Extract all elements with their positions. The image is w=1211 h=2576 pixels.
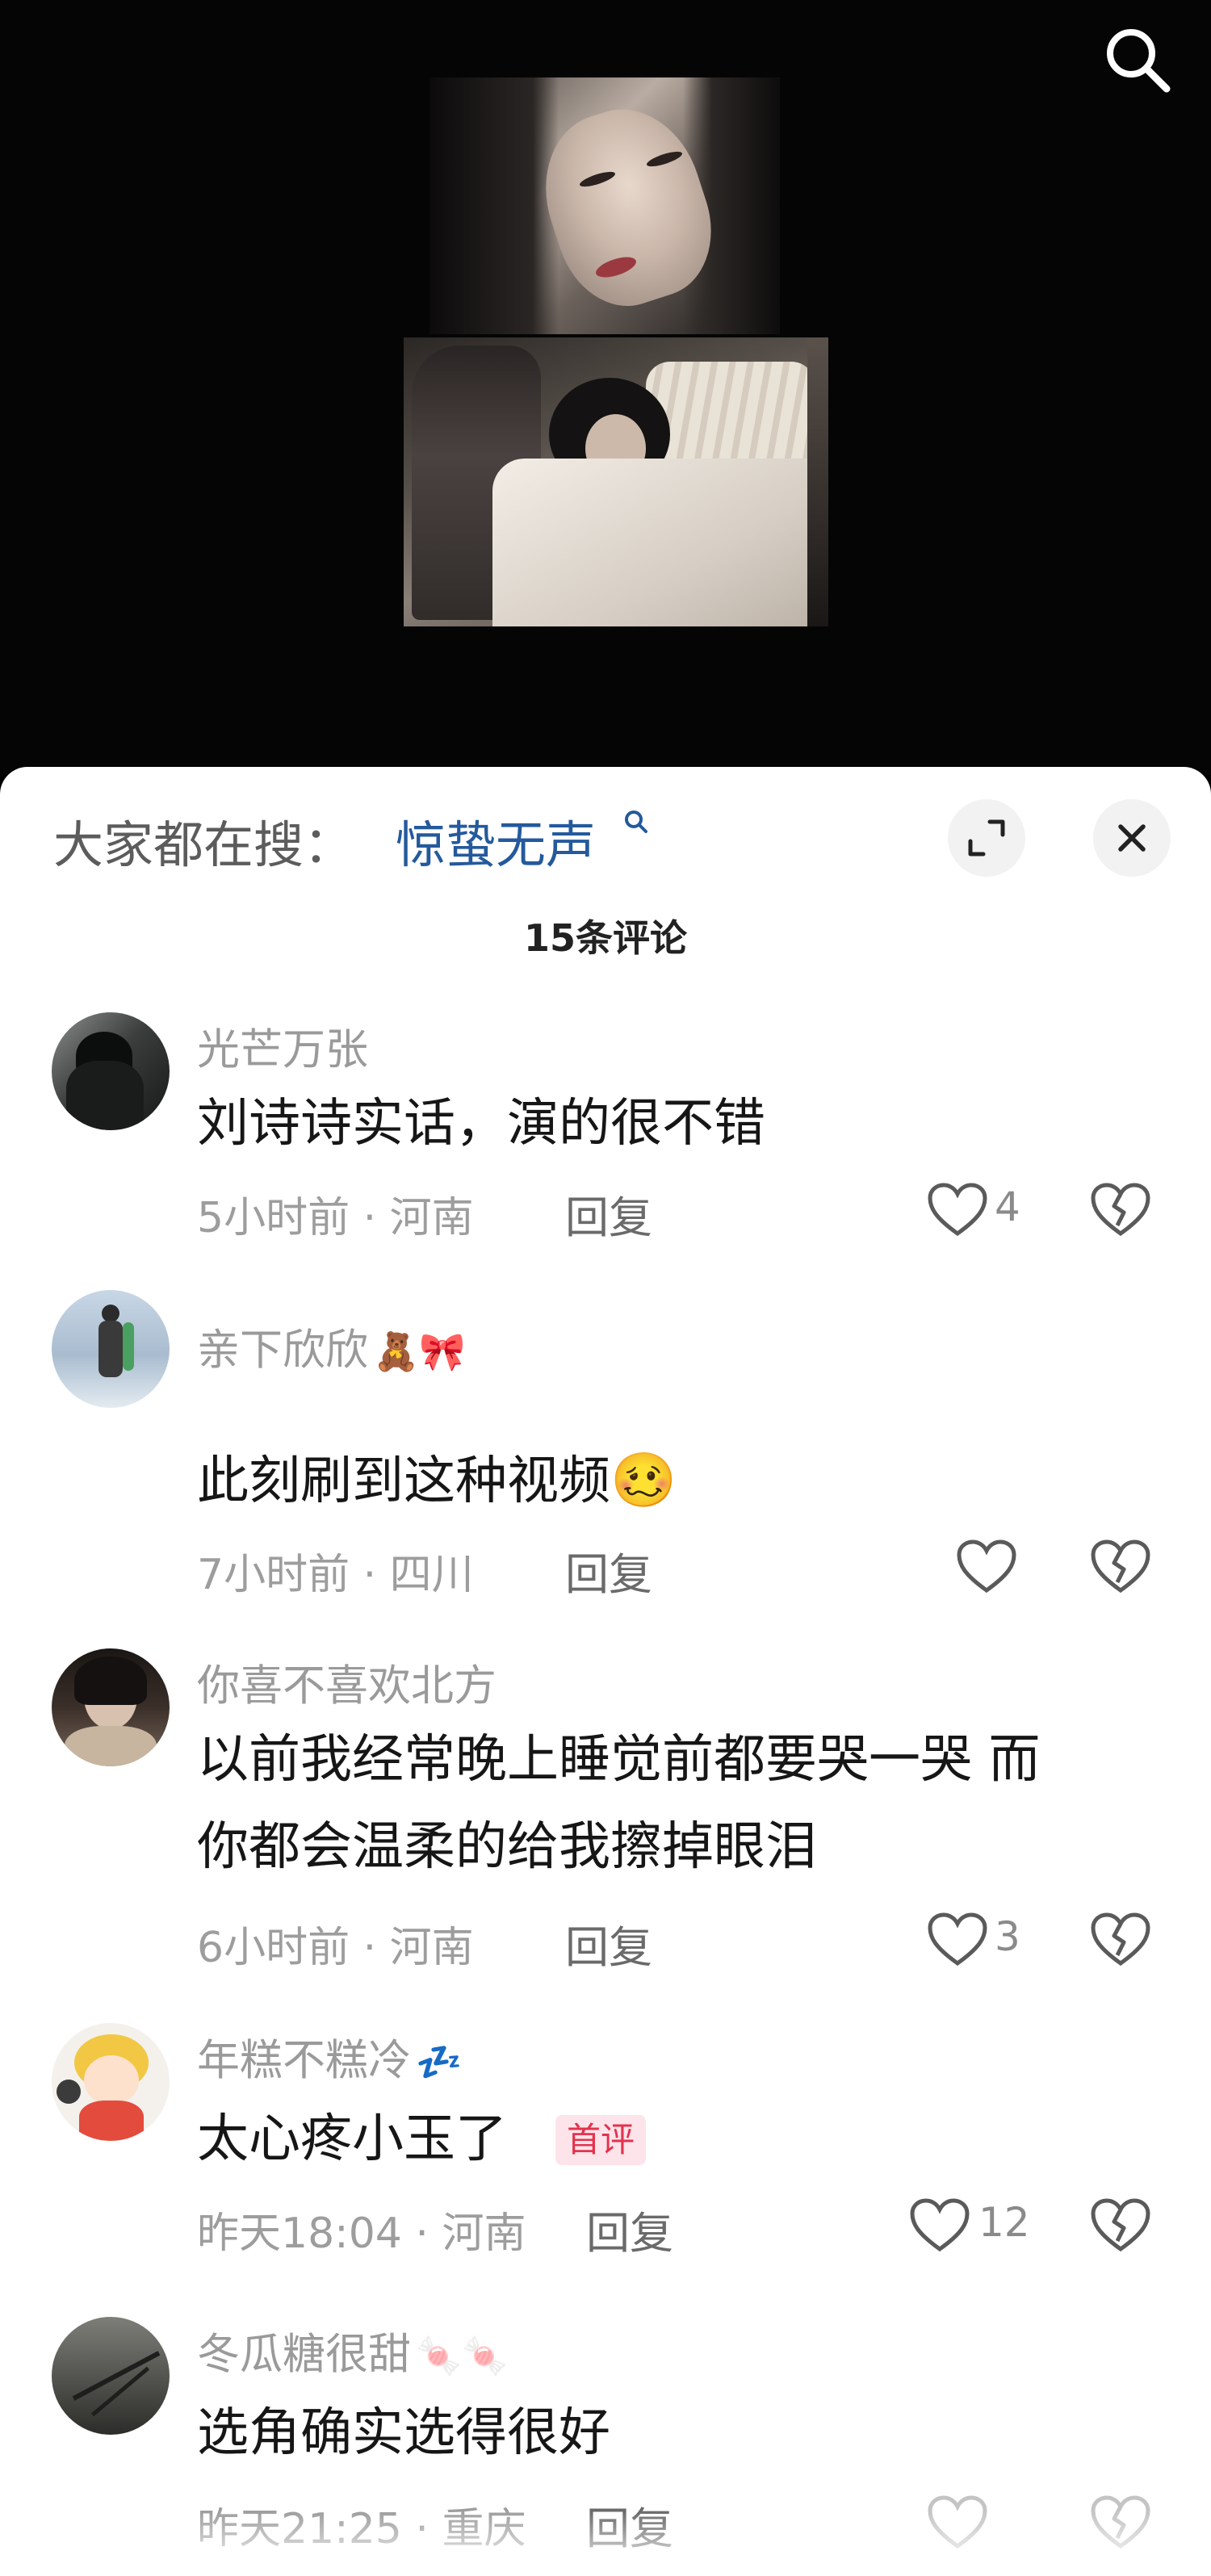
search-hint-label: 大家都在搜： [53,815,354,874]
comment-count: 15条评论 [523,916,687,960]
reply-button[interactable]: 回复 [565,1912,652,1975]
comment-sheet: 大家都在搜： 惊蛰无声 15条评论 [0,767,1211,2576]
comment-text: 太心疼小玉了 [197,2109,507,2169]
comment-meta: 6小时前 · 河南 [197,1924,474,1972]
comment-text: 刘诗诗实话，演的很不错 [197,1094,765,1154]
username[interactable]: 你喜不喜欢北方 [197,1652,497,1713]
like-count: 12 [978,2199,1030,2246]
emoji: 🥴 [610,1449,677,1511]
username-decoration: 💤 [416,2040,463,2084]
avatar[interactable] [52,2023,170,2141]
comment-text: 选角确实选得很好 [197,2403,610,2463]
search-icon[interactable] [1094,16,1183,105]
dislike-broken-heart-icon[interactable] [1090,2197,1151,2254]
like-heart-icon[interactable] [956,1539,1017,1595]
comment-text: 以前我经常晚上睡觉前都要哭一哭 而 你都会温柔的给我擦掉眼泪 [197,1730,1041,1877]
search-hint-link[interactable]: 惊蛰无声 [396,804,596,877]
avatar[interactable] [52,1648,170,1766]
username[interactable]: 光芒万张 [197,1016,368,1077]
reply-button[interactable]: 回复 [586,2197,673,2261]
like-count: 3 [995,1913,1020,1960]
like-count: 4 [995,1183,1020,1230]
scroll-fade [0,2511,1211,2576]
username[interactable]: 亲下欣欣 🧸🎀 [197,1316,466,1377]
like-heart-icon[interactable] [909,2197,970,2254]
reply-button[interactable]: 回复 [565,1539,652,1602]
username[interactable]: 冬瓜糖很甜 🍬🍬 [197,2320,509,2381]
first-comment-badge: 首评 [555,2115,647,2165]
comment-meta: 昨天18:04 · 河南 [197,2209,526,2258]
video-player[interactable] [0,0,1211,775]
like-heart-icon[interactable] [927,1912,988,1968]
sheet-header: 大家都在搜： 惊蛰无声 [0,767,1211,877]
avatar[interactable] [52,1290,170,1408]
like-heart-icon[interactable] [927,1182,988,1238]
dislike-broken-heart-icon[interactable] [1090,1539,1151,1595]
reply-button[interactable]: 回复 [565,1182,652,1246]
username[interactable]: 年糕不糕冷 💤 [197,2026,462,2088]
avatar[interactable] [52,1012,170,1130]
search-icon[interactable] [620,807,652,840]
dislike-broken-heart-icon[interactable] [1090,1912,1151,1968]
expand-icon[interactable] [948,799,1025,877]
username-decoration: 🍬🍬 [416,2334,509,2377]
dislike-broken-heart-icon[interactable] [1090,1182,1151,1238]
username-decoration: 🧸🎀 [373,1330,466,1373]
comment-text: 此刻刷到这种视频🥴 [197,1449,677,1511]
close-icon[interactable] [1093,799,1171,877]
comment-meta: 5小时前 · 河南 [197,1194,474,1242]
avatar[interactable] [52,2317,170,2435]
comment-meta: 7小时前 · 四川 [197,1551,474,1599]
video-frame-bed-scene [404,337,828,626]
video-frame-closeup [430,77,780,334]
